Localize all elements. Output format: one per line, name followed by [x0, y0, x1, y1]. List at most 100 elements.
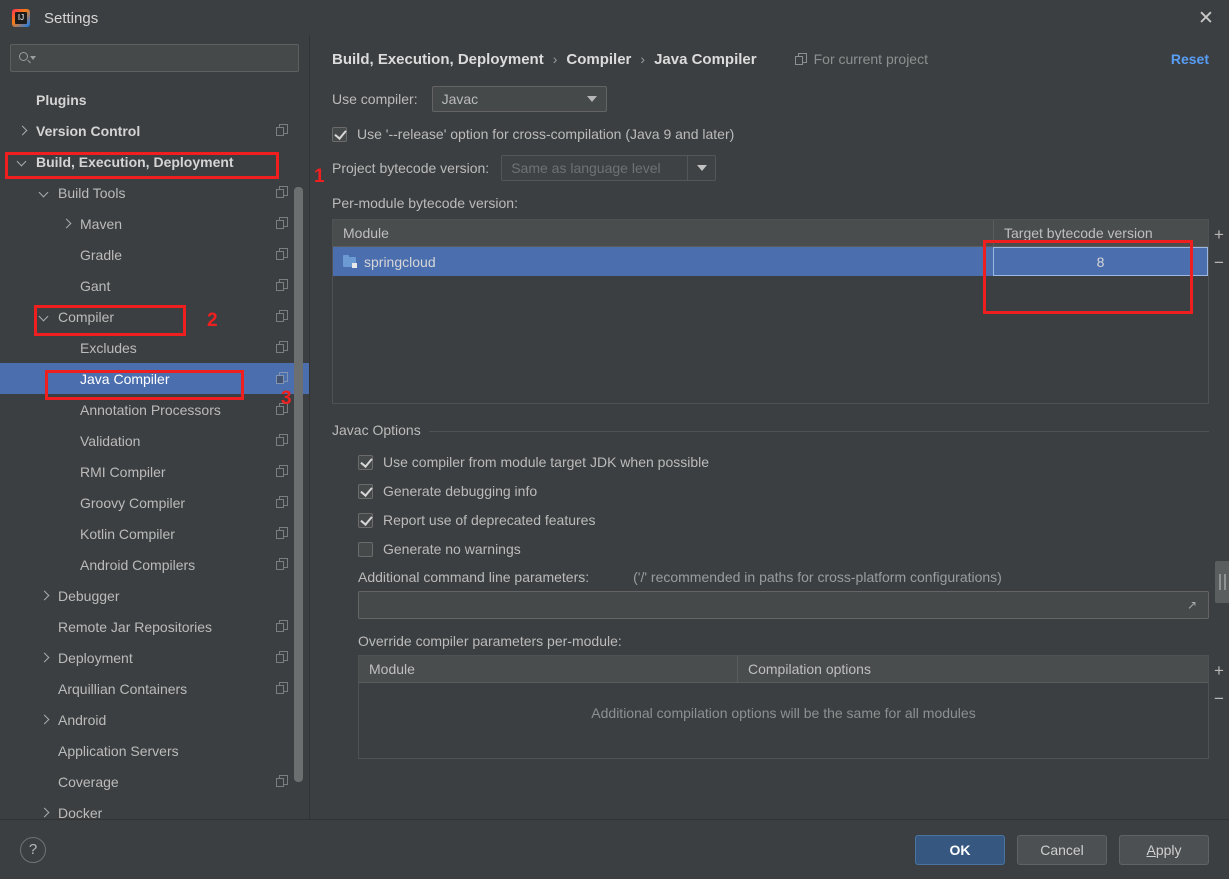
- javac-option-checkbox[interactable]: [358, 483, 373, 499]
- sidebar-item-label: Arquillian Containers: [58, 680, 188, 697]
- copy-settings-icon[interactable]: [276, 217, 289, 230]
- search-box[interactable]: [10, 44, 299, 72]
- chevron-down-icon[interactable]: [36, 309, 52, 325]
- sidebar-scrollbar[interactable]: [294, 84, 303, 811]
- ok-button[interactable]: OK: [915, 834, 1005, 865]
- copy-settings-icon[interactable]: [276, 682, 289, 695]
- javac-option-row[interactable]: Report use of deprecated features: [358, 512, 1209, 528]
- copy-settings-icon[interactable]: [276, 186, 289, 199]
- sidebar-item-annotation-processors[interactable]: Annotation Processors: [0, 394, 309, 425]
- sidebar-item-gradle[interactable]: Gradle: [0, 239, 309, 270]
- sidebar-item-arquillian-containers[interactable]: Arquillian Containers: [0, 673, 309, 704]
- copy-settings-icon[interactable]: [276, 496, 289, 509]
- javac-option-checkbox[interactable]: [358, 454, 373, 470]
- column-header-target-bytecode[interactable]: Target bytecode version: [993, 220, 1208, 246]
- sidebar-item-application-servers[interactable]: Application Servers: [0, 735, 309, 766]
- chevron-down-icon[interactable]: [687, 156, 715, 180]
- breadcrumb-item-build[interactable]: Build, Execution, Deployment: [332, 51, 544, 68]
- sidebar-item-android-compilers[interactable]: Android Compilers: [0, 549, 309, 580]
- copy-settings-icon[interactable]: [276, 775, 289, 788]
- javac-option-checkbox[interactable]: [358, 541, 373, 557]
- help-button[interactable]: ?: [20, 836, 46, 863]
- chevron-down-icon[interactable]: [14, 154, 30, 170]
- copy-settings-icon[interactable]: [276, 310, 289, 323]
- sidebar-scrollbar-thumb[interactable]: [294, 187, 303, 782]
- search-input[interactable]: [35, 50, 290, 66]
- remove-override-button[interactable]: −: [1208, 684, 1229, 712]
- sidebar-item-java-compiler[interactable]: Java Compiler: [0, 363, 309, 394]
- chevron-right-icon[interactable]: [58, 216, 74, 232]
- chevron-right-icon[interactable]: [36, 712, 52, 728]
- copy-settings-icon[interactable]: [276, 279, 289, 292]
- copy-settings-icon[interactable]: [276, 372, 289, 385]
- chevron-right-icon[interactable]: [36, 650, 52, 666]
- copy-settings-icon[interactable]: [276, 248, 289, 261]
- javac-option-row[interactable]: Generate debugging info: [358, 483, 1209, 499]
- sidebar-item-plugins[interactable]: Plugins: [0, 84, 309, 115]
- copy-settings-icon[interactable]: [276, 620, 289, 633]
- sidebar-item-excludes[interactable]: Excludes: [0, 332, 309, 363]
- column-header-compilation-options[interactable]: Compilation options: [737, 656, 1208, 682]
- sidebar-item-groovy-compiler[interactable]: Groovy Compiler: [0, 487, 309, 518]
- sidebar-item-docker[interactable]: Docker: [0, 797, 309, 820]
- copy-settings-icon[interactable]: [276, 651, 289, 664]
- sidebar-item-label: Maven: [80, 215, 123, 232]
- sidebar-item-build-execution-deployment[interactable]: Build, Execution, Deployment: [0, 146, 309, 177]
- release-option-row[interactable]: Use '--release' option for cross-compila…: [332, 126, 1209, 142]
- scope-indicator[interactable]: For current project: [794, 51, 928, 67]
- reset-link[interactable]: Reset: [1171, 51, 1209, 67]
- sidebar-item-label: Excludes: [80, 339, 137, 356]
- annotation-number-1: 1: [314, 166, 325, 187]
- sidebar-item-validation[interactable]: Validation: [0, 425, 309, 456]
- copy-settings-icon[interactable]: [276, 341, 289, 354]
- chevron-down-icon[interactable]: [36, 185, 52, 201]
- sidebar-item-debugger[interactable]: Debugger: [0, 580, 309, 611]
- breadcrumb-item-compiler[interactable]: Compiler: [566, 51, 631, 68]
- table-row[interactable]: springcloud 8: [333, 247, 1208, 276]
- sidebar-item-kotlin-compiler[interactable]: Kotlin Compiler: [0, 518, 309, 549]
- cancel-button[interactable]: Cancel: [1017, 834, 1107, 865]
- copy-settings-icon[interactable]: [276, 124, 289, 137]
- use-compiler-dropdown[interactable]: Javac: [431, 86, 607, 112]
- project-bytecode-dropdown[interactable]: Same as language level: [501, 155, 717, 181]
- javac-option-label: Use compiler from module target JDK when…: [383, 454, 710, 470]
- sidebar-item-version-control[interactable]: Version Control: [0, 115, 309, 146]
- column-header-module[interactable]: Module: [359, 656, 737, 682]
- sidebar-item-coverage[interactable]: Coverage: [0, 766, 309, 797]
- apply-button[interactable]: Apply: [1119, 834, 1209, 865]
- sidebar-item-rmi-compiler[interactable]: RMI Compiler: [0, 456, 309, 487]
- sidebar-item-maven[interactable]: Maven: [0, 208, 309, 239]
- copy-settings-icon[interactable]: [276, 434, 289, 447]
- release-option-checkbox[interactable]: [332, 126, 347, 142]
- sidebar-item-compiler[interactable]: Compiler: [0, 301, 309, 332]
- sidebar-item-android[interactable]: Android: [0, 704, 309, 735]
- expand-icon[interactable]: ↗: [1187, 598, 1200, 612]
- sidebar-item-remote-jar-repositories[interactable]: Remote Jar Repositories: [0, 611, 309, 642]
- column-header-module[interactable]: Module: [333, 220, 993, 246]
- chevron-right-icon[interactable]: [36, 588, 52, 604]
- javac-option-row[interactable]: Generate no warnings: [358, 541, 1209, 557]
- javac-option-row[interactable]: Use compiler from module target JDK when…: [358, 454, 1209, 470]
- copy-settings-icon[interactable]: [276, 527, 289, 540]
- chevron-right-icon[interactable]: [36, 805, 52, 820]
- close-icon[interactable]: ✕: [1183, 0, 1229, 36]
- add-module-button[interactable]: +: [1208, 220, 1229, 248]
- javac-option-checkbox[interactable]: [358, 512, 373, 528]
- additional-params-input[interactable]: ↗: [358, 591, 1209, 619]
- sidebar-item-deployment[interactable]: Deployment: [0, 642, 309, 673]
- cell-module-name[interactable]: springcloud: [333, 247, 993, 276]
- copy-settings-icon[interactable]: [276, 465, 289, 478]
- sidebar-item-gant[interactable]: Gant: [0, 270, 309, 301]
- sidebar-item-build-tools[interactable]: Build Tools: [0, 177, 309, 208]
- copy-settings-icon[interactable]: [276, 558, 289, 571]
- cell-target-bytecode-editor[interactable]: 8: [993, 247, 1208, 276]
- chevron-right-icon[interactable]: [14, 123, 30, 139]
- dialog-resize-handle[interactable]: [1215, 561, 1229, 603]
- remove-module-button[interactable]: −: [1208, 248, 1229, 276]
- add-override-button[interactable]: +: [1208, 656, 1229, 684]
